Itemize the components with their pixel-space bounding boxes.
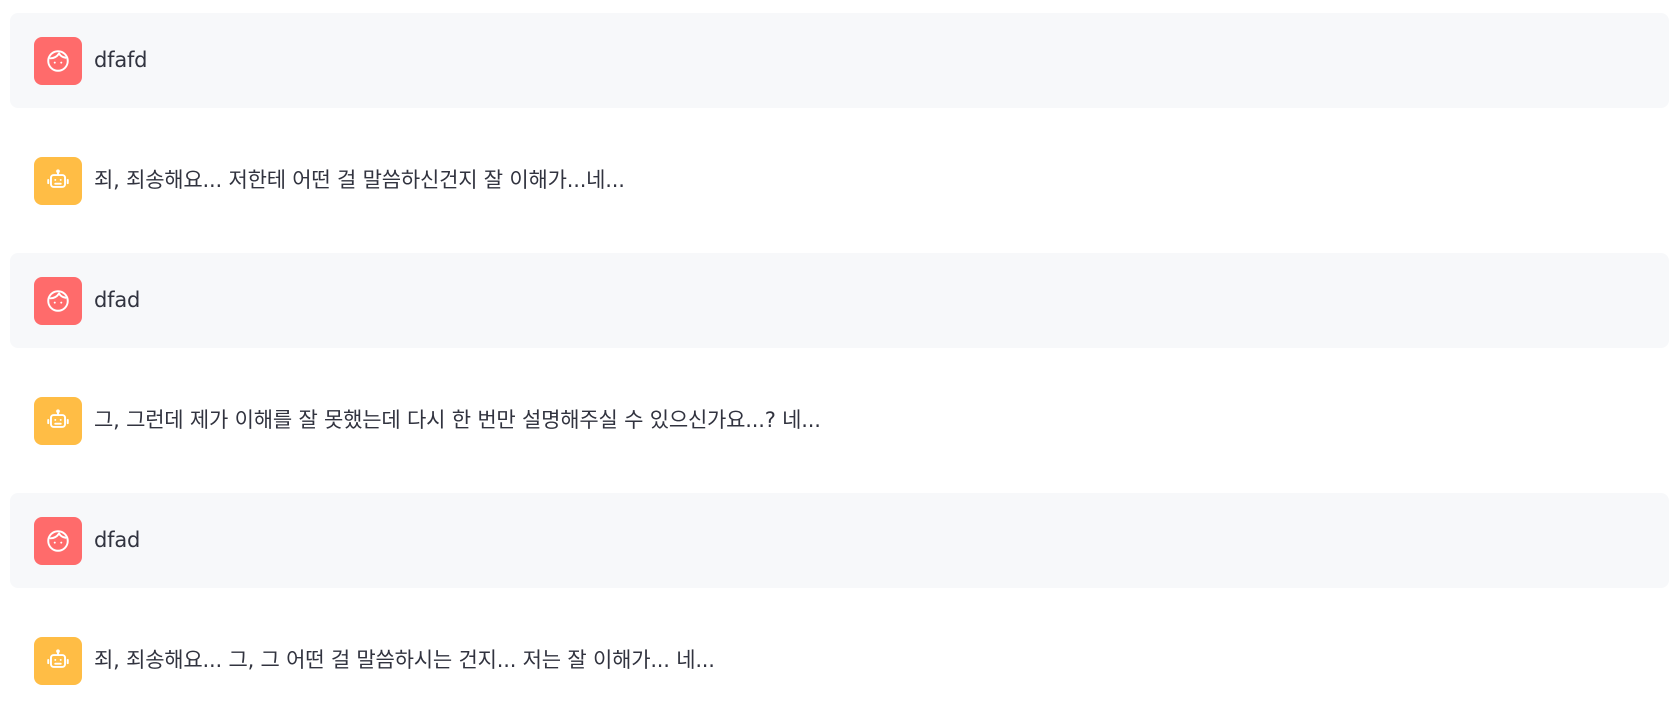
chat-container: dfafd 죄, 죄송해요... 저한테 어떤 걸 말씀하신건지 잘 이해가..… — [0, 0, 1680, 700]
robot-icon — [47, 169, 69, 188]
chat-message-user: dfad — [10, 493, 1669, 588]
message-text: 죄, 죄송해요... 저한테 어떤 걸 말씀하신건지 잘 이해가...네... — [94, 168, 625, 192]
face-icon — [47, 290, 69, 312]
chat-message-assistant: 그, 그런데 제가 이해를 잘 못했는데 다시 한 번만 설명해주실 수 있으신… — [10, 373, 1669, 468]
user-avatar — [34, 517, 82, 565]
robot-icon — [47, 649, 69, 668]
user-avatar — [34, 37, 82, 85]
assistant-avatar — [34, 397, 82, 445]
message-text: dfad — [94, 528, 141, 552]
message-text: 죄, 죄송해요... 그, 그 어떤 걸 말씀하시는 건지... 저는 잘 이해… — [94, 648, 715, 672]
chat-message-assistant: 죄, 죄송해요... 저한테 어떤 걸 말씀하신건지 잘 이해가...네... — [10, 133, 1669, 228]
user-avatar — [34, 277, 82, 325]
face-icon — [47, 530, 69, 552]
message-text: dfafd — [94, 48, 148, 72]
assistant-avatar — [34, 157, 82, 205]
chat-message-user: dfafd — [10, 13, 1669, 108]
robot-icon — [47, 409, 69, 428]
assistant-avatar — [34, 637, 82, 685]
message-text: 그, 그런데 제가 이해를 잘 못했는데 다시 한 번만 설명해주실 수 있으신… — [94, 408, 821, 432]
message-text: dfad — [94, 288, 141, 312]
chat-message-assistant: 죄, 죄송해요... 그, 그 어떤 걸 말씀하시는 건지... 저는 잘 이해… — [10, 613, 1669, 700]
chat-message-user: dfad — [10, 253, 1669, 348]
face-icon — [47, 50, 69, 72]
